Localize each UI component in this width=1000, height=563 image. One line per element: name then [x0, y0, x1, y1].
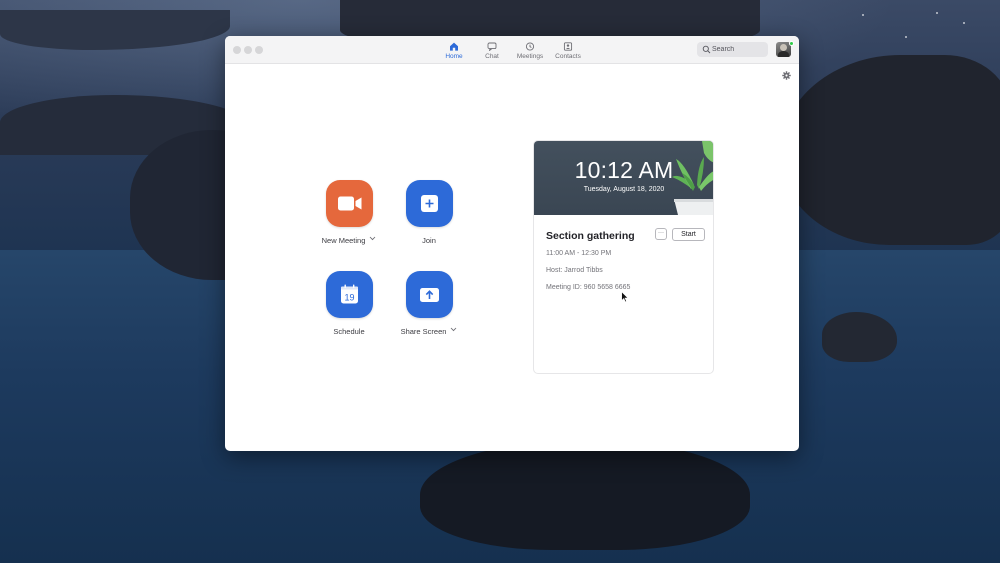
new-meeting-label: New Meeting — [321, 236, 366, 245]
search-input[interactable] — [712, 43, 766, 56]
meeting-time-range: 11:00 AM - 12:30 PM — [546, 250, 612, 257]
plant-illustration — [672, 141, 713, 215]
new-meeting-action: New Meeting — [309, 180, 389, 248]
schedule-label: Schedule — [333, 327, 365, 336]
avatar-head — [780, 44, 787, 51]
rock-formation — [822, 312, 897, 362]
share-screen-button[interactable] — [405, 271, 453, 318]
minimize-window-button[interactable] — [244, 46, 252, 54]
contact-card-icon — [563, 42, 573, 51]
video-camera-icon — [337, 196, 361, 211]
share-screen-label: Share Screen — [400, 327, 447, 336]
tab-contacts[interactable]: Contacts — [543, 40, 593, 62]
calendar-day-number: 19 — [344, 293, 354, 303]
clock-icon — [525, 42, 535, 51]
schedule-button[interactable]: 19 — [325, 271, 373, 318]
star — [905, 36, 907, 38]
chevron-down-icon[interactable] — [450, 327, 457, 332]
start-meeting-button[interactable]: Start — [672, 228, 705, 241]
meeting-id: Meeting ID: 960 5658 6665 — [546, 284, 631, 291]
app-window: Home Chat Meetings Contacts Search New M… — [225, 36, 799, 451]
share-upload-icon — [419, 288, 439, 302]
join-label: Join — [422, 236, 436, 245]
share-screen-action: Share Screen — [389, 271, 469, 339]
gear-icon[interactable] — [782, 71, 791, 80]
meeting-host: Host: Jarrod Tibbs — [546, 267, 603, 274]
title-bar: Home Chat Meetings Contacts — [225, 36, 799, 64]
meeting-title: Section gathering — [546, 230, 635, 242]
plus-icon — [420, 195, 438, 212]
chevron-down-icon[interactable] — [369, 236, 376, 241]
search-icon — [702, 45, 711, 54]
presence-status-dot — [789, 41, 794, 46]
zoom-window-button[interactable] — [255, 46, 263, 54]
new-meeting-button[interactable] — [325, 180, 373, 227]
join-button[interactable] — [405, 180, 453, 227]
schedule-action: 19 Schedule — [309, 271, 389, 339]
mouse-cursor-icon — [621, 291, 629, 303]
star — [936, 12, 938, 14]
chat-bubble-icon — [487, 42, 497, 51]
home-icon — [450, 42, 458, 51]
more-options-button[interactable]: ··· — [655, 228, 667, 240]
clock-banner: 10:12 AM Tuesday, August 18, 2020 — [534, 141, 713, 215]
star — [963, 22, 965, 24]
join-action: Join — [389, 180, 469, 248]
rock-formation — [420, 440, 750, 550]
upcoming-meeting-card: 10:12 AM Tuesday, August 18, 2020 Sectio… — [533, 140, 714, 374]
avatar-body — [778, 51, 789, 57]
star — [862, 14, 864, 16]
close-window-button[interactable] — [233, 46, 241, 54]
tab-label: Contacts — [555, 53, 581, 60]
calendar-icon: 19 — [340, 284, 358, 304]
search-box[interactable] — [697, 42, 768, 57]
